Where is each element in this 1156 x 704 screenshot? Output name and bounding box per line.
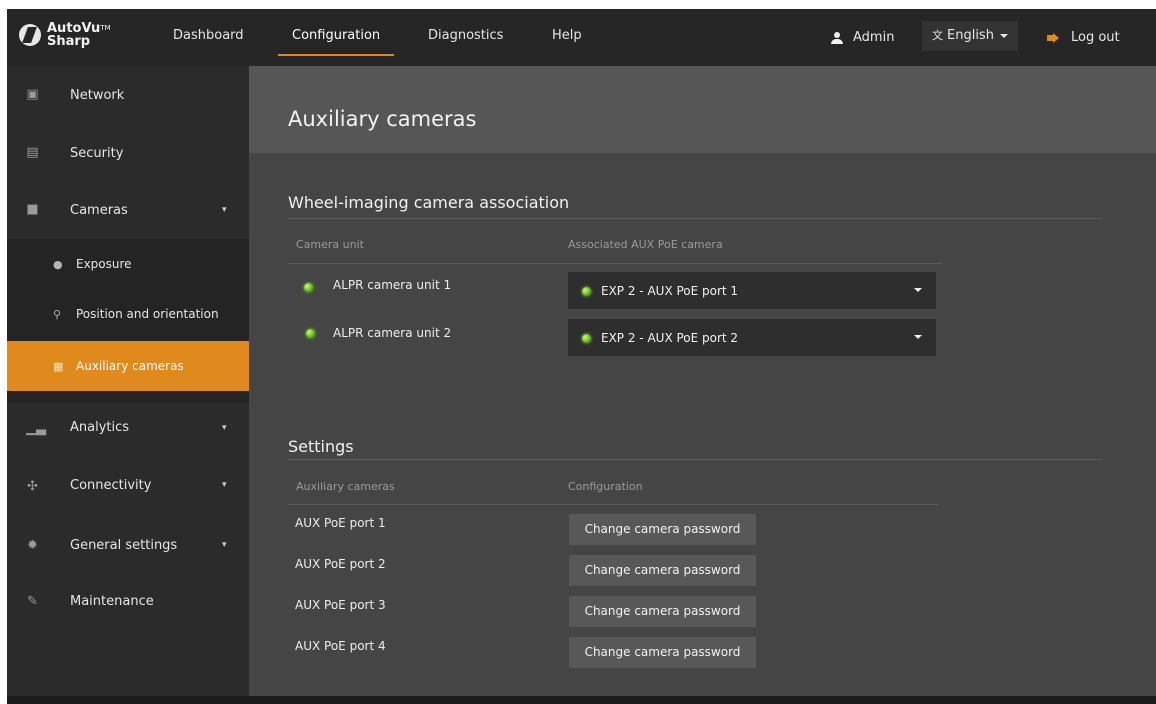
status-online-icon [582,334,591,343]
sidebar-subitem-exposure[interactable]: ● Exposure [7,239,249,289]
sidebar-item-analytics[interactable]: ▁▃ Analytics ▾ [7,399,249,455]
aux-port-name: AUX PoE port 1 [295,516,386,530]
nav-diagnostics[interactable]: Diagnostics [428,9,503,66]
chevron-down-icon: ▾ [222,205,227,215]
column-header-auxiliary-cameras: Auxiliary cameras [296,480,395,493]
chevron-down-icon [914,335,922,339]
association-section-title: Wheel-imaging camera association [288,193,570,212]
status-online-icon [582,287,591,296]
sidebar-subitem-auxiliary-cameras[interactable]: ▦ Auxiliary cameras [7,341,249,391]
chevron-down-icon [914,288,922,292]
associated-camera-value: EXP 2 - AUX PoE port 1 [601,284,739,298]
camera-unit-name: ALPR camera unit 2 [333,326,452,340]
logout-icon [1047,32,1059,43]
app-window: AutoVuTM Sharp Dashboard Configuration D… [7,9,1156,704]
connectivity-icon: ✣ [27,479,38,494]
user-menu[interactable]: Admin [831,9,894,66]
exposure-icon: ● [53,257,63,271]
sidebar-item-cameras[interactable]: ■ Cameras ▾ [7,181,249,237]
sidebar-item-label: Connectivity [70,478,152,493]
nav-dashboard[interactable]: Dashboard [173,9,244,66]
sidebar-item-label: Cameras [70,203,128,218]
change-camera-password-button[interactable]: Change camera password [569,555,756,586]
language-label: English [947,28,994,43]
logout-button[interactable]: Log out [1047,9,1120,66]
change-camera-password-button[interactable]: Change camera password [569,514,756,545]
sidebar-item-security[interactable]: ▤ Security [7,124,249,180]
associated-camera-select[interactable]: EXP 2 - AUX PoE port 1 [568,272,936,309]
sidebar-item-label: General settings [70,538,178,553]
user-icon [831,31,843,44]
column-header-associated-camera: Associated AUX PoE camera [568,238,723,251]
sidebar: ▣ Network ▤ Security ■ Cameras ▾ ● Expos… [7,66,249,696]
sidebar-item-label: Network [70,88,125,103]
language-icon: 文 [932,29,943,42]
aux-port-name: AUX PoE port 4 [295,639,386,653]
chevron-down-icon: ▾ [222,540,227,550]
section-divider [288,459,1103,460]
sidebar-item-connectivity[interactable]: ✣ Connectivity ▾ [7,456,249,512]
section-divider [288,218,1103,219]
column-header-configuration: Configuration [568,480,643,493]
logo-line2: Sharp [47,34,91,49]
camera-icon: ■ [26,202,39,217]
change-camera-password-button[interactable]: Change camera password [569,637,756,668]
nav-configuration[interactable]: Configuration [277,9,395,66]
security-icon: ▤ [26,145,39,160]
gear-icon: ✹ [27,538,38,553]
table-header-divider [288,263,943,264]
column-header-camera-unit: Camera unit [296,238,364,251]
chevron-down-icon: ▾ [222,480,227,490]
chevron-down-icon [999,33,1008,38]
associated-camera-value: EXP 2 - AUX PoE port 2 [601,331,739,345]
wrench-icon: ✎ [27,594,38,609]
network-icon: ▣ [26,87,39,102]
bottom-strip [7,696,1156,704]
page-title: Auxiliary cameras [288,107,477,131]
status-online-icon [306,329,315,338]
user-name: Admin [853,29,895,45]
analytics-icon: ▁▃ [26,421,46,436]
sidebar-subitem-label: Exposure [76,257,132,271]
sidebar-subitem-label: Position and orientation [76,307,219,321]
sidebar-item-general-settings[interactable]: ✹ General settings ▾ [7,513,249,569]
aux-port-name: AUX PoE port 2 [295,557,386,571]
status-online-icon [304,283,313,292]
sidebar-item-maintenance[interactable]: ✎ Maintenance [7,571,249,627]
associated-camera-select[interactable]: EXP 2 - AUX PoE port 2 [568,319,936,356]
sidebar-item-label: Maintenance [70,594,154,609]
aux-camera-icon: ▦ [53,359,64,373]
logo-icon [19,24,41,46]
table-header-divider [288,504,939,505]
sidebar-subitem-position[interactable]: ⚲ Position and orientation [7,289,249,339]
logo-trademark: TM [100,24,111,32]
camera-unit-name: ALPR camera unit 1 [333,278,452,292]
app-logo[interactable]: AutoVuTM Sharp [19,22,111,48]
settings-section-title: Settings [288,437,354,456]
sidebar-item-label: Analytics [70,420,130,435]
pin-icon: ⚲ [53,307,62,321]
sidebar-item-network[interactable]: ▣ Network [7,68,249,124]
logout-label: Log out [1071,29,1120,45]
nav-help[interactable]: Help [552,9,582,66]
language-select[interactable]: 文 English [922,9,1018,66]
top-bar: AutoVuTM Sharp Dashboard Configuration D… [7,9,1156,66]
change-camera-password-button[interactable]: Change camera password [569,596,756,627]
page-header: Auxiliary cameras [249,66,1156,153]
sidebar-item-label: Security [70,146,124,161]
sidebar-subitem-label: Auxiliary cameras [76,359,184,373]
chevron-down-icon: ▾ [222,423,227,433]
aux-port-name: AUX PoE port 3 [295,598,386,612]
